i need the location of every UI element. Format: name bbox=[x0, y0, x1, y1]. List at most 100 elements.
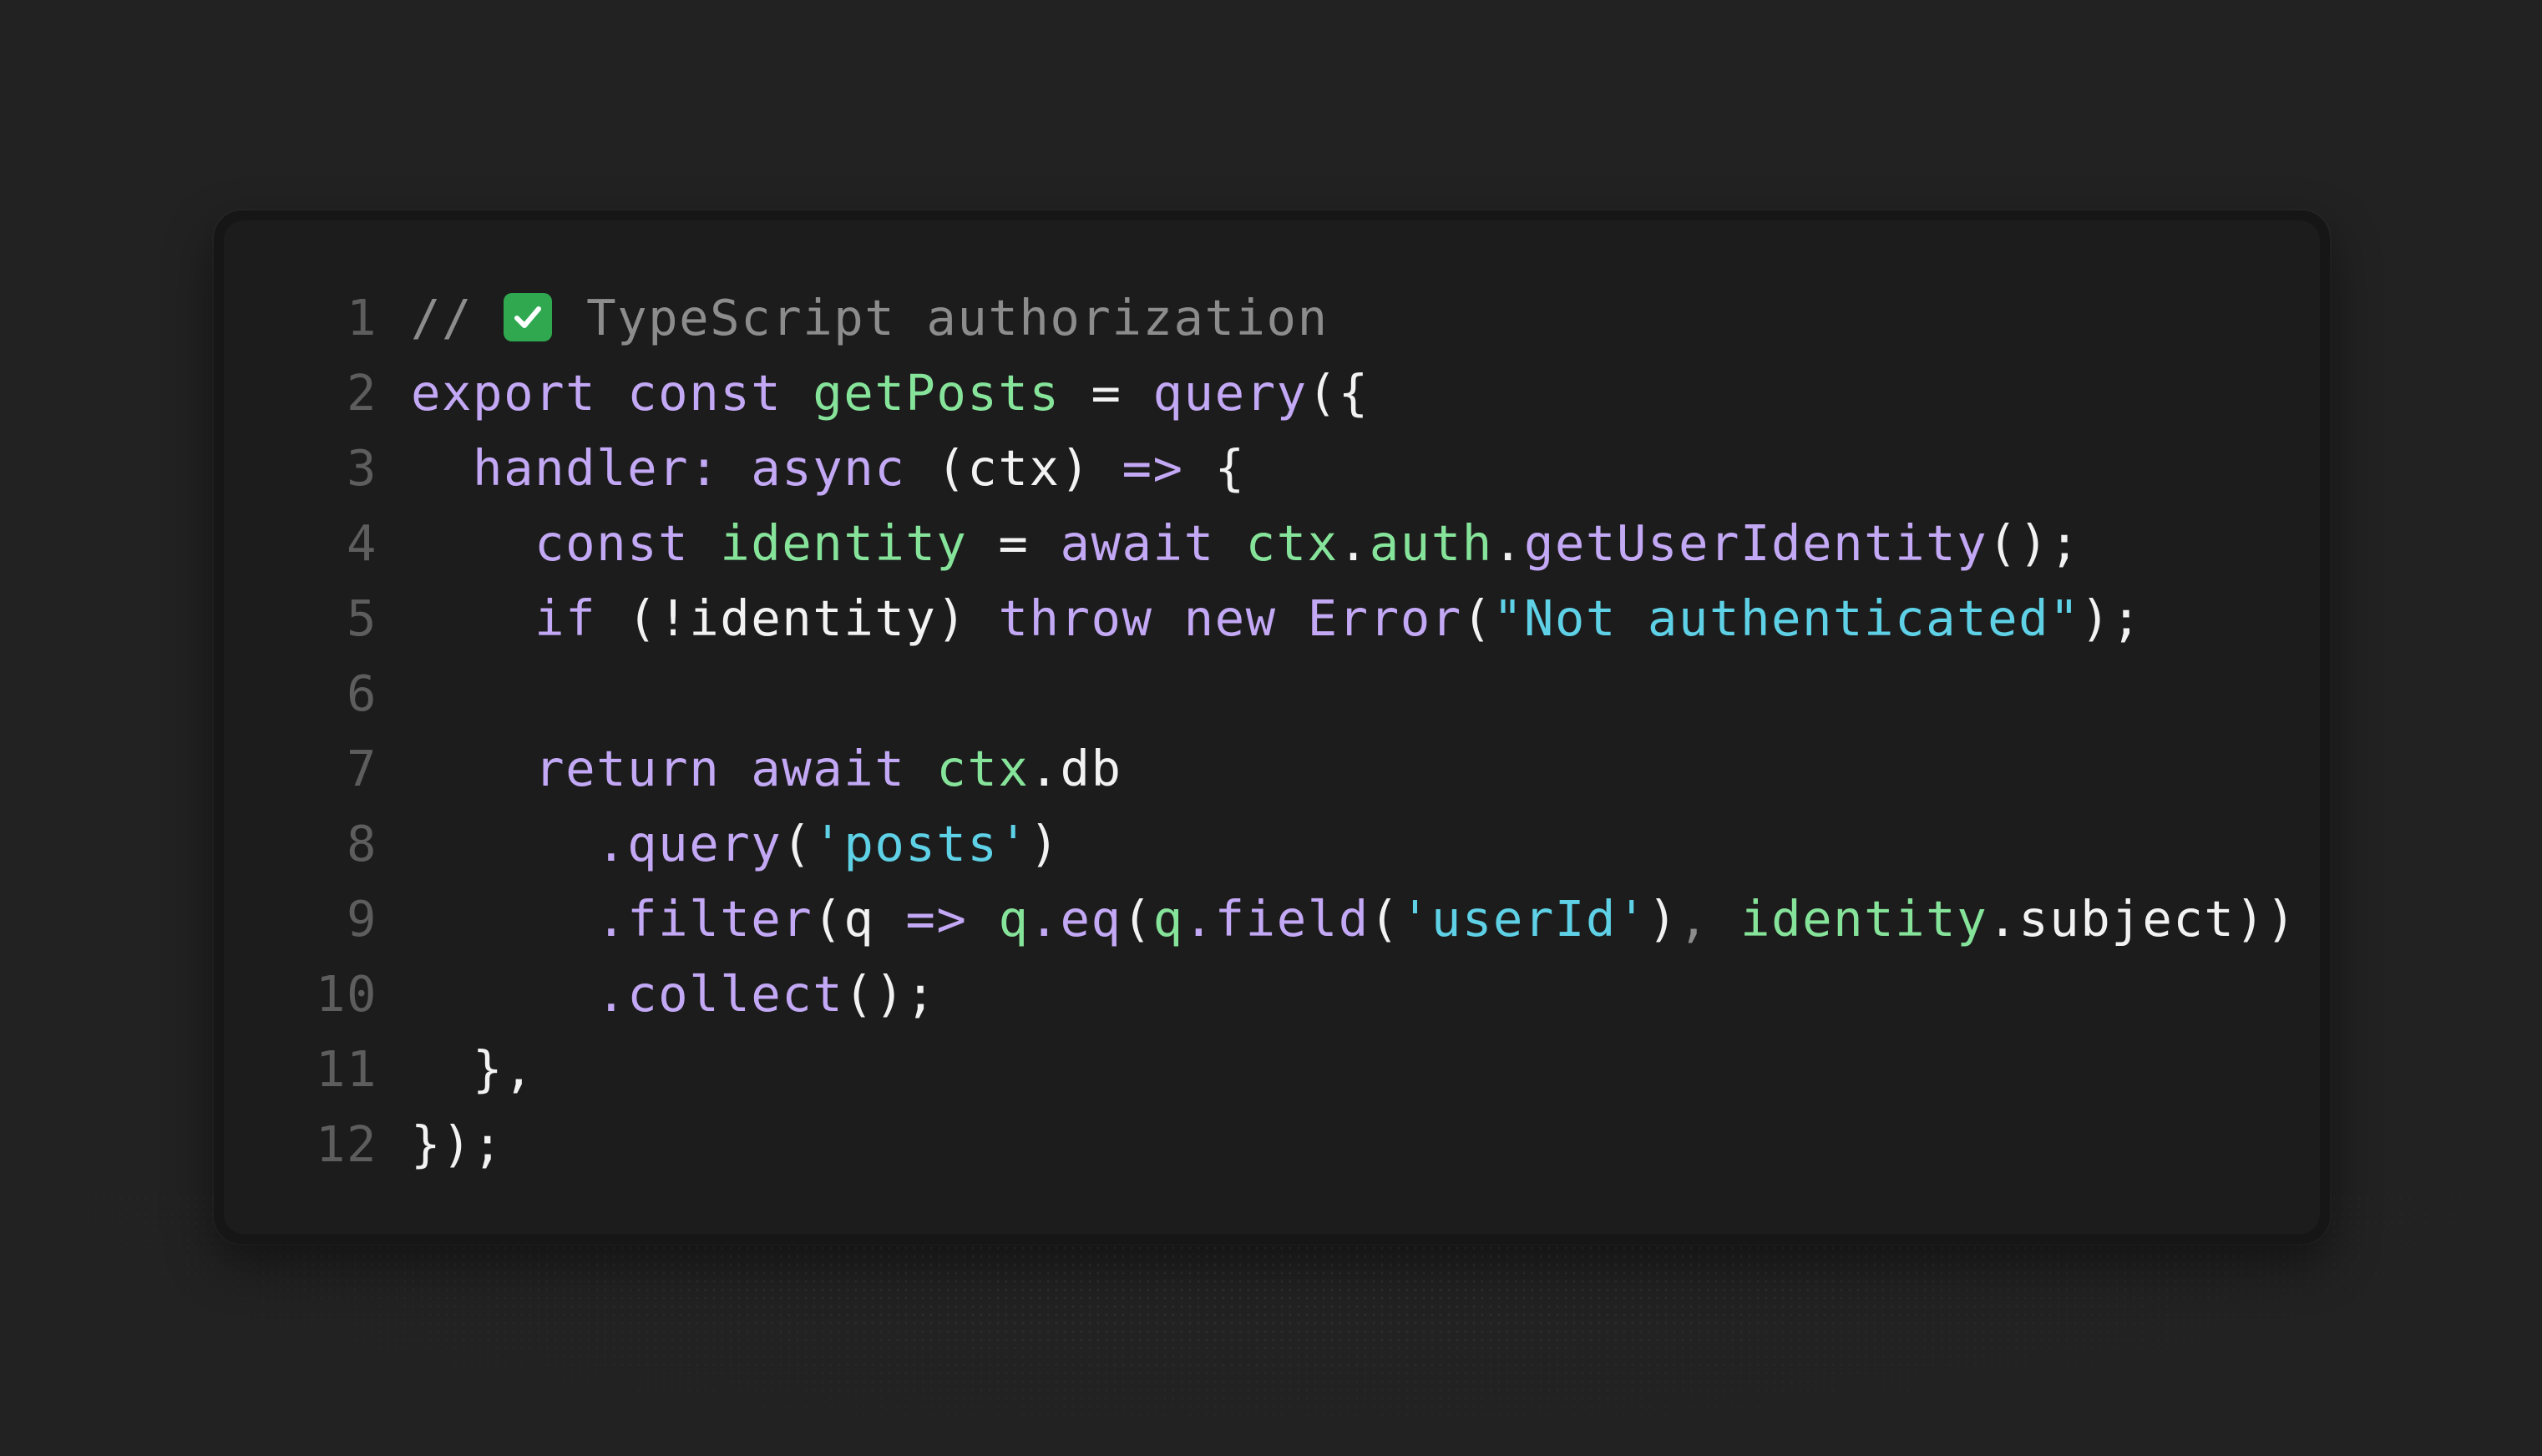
line-number: 12 bbox=[315, 1115, 377, 1173]
code-text: handler: async (ctx) => { bbox=[411, 431, 1246, 506]
code-panel: 1 // TypeScript authorization 2 export cons… bbox=[224, 220, 2320, 1234]
code-text: export const getPosts = query({ bbox=[411, 356, 1370, 431]
code-token: identity bbox=[720, 514, 968, 572]
code-token: ( bbox=[782, 815, 813, 872]
code-token: }); bbox=[411, 1115, 504, 1173]
code-text: .collect(); bbox=[411, 957, 936, 1032]
code-line: 3 handler: async (ctx) => { bbox=[299, 431, 1244, 506]
code-token: getPosts bbox=[813, 364, 1061, 422]
code-line: 9 .filter(q => q.eq(q.field('userId'), i… bbox=[299, 882, 2296, 957]
code-token: }, bbox=[411, 1040, 535, 1098]
code-token: throw new Error bbox=[998, 589, 1462, 647]
code-token: (); bbox=[1988, 514, 2081, 572]
code-token: (q bbox=[813, 890, 906, 948]
code-token: => bbox=[1122, 439, 1184, 497]
code-token: getUserIdentity bbox=[1523, 514, 1988, 572]
code-line: 2 export const getPosts = query({ bbox=[299, 356, 1368, 431]
code-text: .filter(q => q.eq(q.field('userId'), ide… bbox=[411, 882, 2296, 957]
code-token: .filter bbox=[596, 890, 813, 948]
code-token: (ctx) bbox=[936, 439, 1122, 497]
code-text: return await ctx.db bbox=[411, 731, 1122, 806]
code-token: query bbox=[1152, 364, 1308, 422]
code-token: identity bbox=[1740, 890, 1988, 948]
code-text: .query('posts') bbox=[411, 806, 1061, 882]
line-number: 9 bbox=[346, 890, 377, 948]
line-number: 11 bbox=[315, 1040, 377, 1098]
code-token: await bbox=[1060, 514, 1246, 572]
code-line: 4 const identity = await ctx.auth.getUse… bbox=[299, 506, 2079, 581]
code-text: if (!identity) throw new Error("Not auth… bbox=[411, 581, 2142, 656]
code-token: .db bbox=[1029, 740, 1122, 797]
code-line: 10 .collect(); bbox=[299, 957, 935, 1032]
code-token: field bbox=[1214, 890, 1370, 948]
code-token: , bbox=[1679, 890, 1741, 948]
code-token: const bbox=[534, 514, 721, 572]
code-token: ) bbox=[1029, 815, 1061, 872]
code-token: (); bbox=[843, 965, 937, 1023]
code-token: TypeScript authorization bbox=[555, 289, 1329, 346]
code-token: ( bbox=[1369, 890, 1400, 948]
code-line: 8 .query('posts') bbox=[299, 806, 1059, 882]
code-token: handler: async bbox=[473, 439, 937, 497]
code-token: eq bbox=[1060, 890, 1122, 948]
line-number: 6 bbox=[346, 665, 377, 722]
code-text: }); bbox=[411, 1107, 504, 1182]
code-token: . bbox=[1029, 890, 1061, 948]
code-line: 12}); bbox=[299, 1107, 503, 1182]
code-line: 1 // TypeScript authorization bbox=[299, 281, 1327, 356]
code-block: 1 // TypeScript authorization 2 export cons… bbox=[299, 281, 2296, 1182]
code-token: ) bbox=[1647, 890, 1679, 948]
code-token: = bbox=[967, 514, 1061, 572]
code-token: q bbox=[1152, 890, 1184, 948]
line-number: 2 bbox=[346, 364, 377, 422]
line-number: 8 bbox=[346, 815, 377, 872]
code-token: => bbox=[905, 890, 968, 948]
code-token: ctx bbox=[936, 740, 1030, 797]
code-token: "Not authenticated" bbox=[1492, 589, 2081, 647]
code-token: 'userId' bbox=[1400, 890, 1648, 948]
code-token: // bbox=[411, 289, 504, 346]
code-window: 1 // TypeScript authorization 2 export cons… bbox=[214, 210, 2330, 1244]
code-token: ({ bbox=[1307, 364, 1370, 422]
code-token: auth bbox=[1369, 514, 1493, 572]
code-token: ( bbox=[1461, 589, 1493, 647]
code-token: .query bbox=[596, 815, 782, 872]
code-line: 7 return await ctx.db bbox=[299, 731, 1121, 806]
code-text: const identity = await ctx.auth.getUserI… bbox=[411, 506, 2080, 581]
code-token: . bbox=[1492, 514, 1524, 572]
code-token: = bbox=[1060, 364, 1153, 422]
code-token: .subject)) bbox=[1988, 890, 2297, 948]
code-token: 'posts' bbox=[813, 815, 1030, 872]
code-token: ); bbox=[2080, 589, 2143, 647]
line-number: 5 bbox=[346, 589, 377, 647]
code-token: .collect bbox=[596, 965, 844, 1023]
code-token: ctx bbox=[1245, 514, 1339, 572]
line-number: 10 bbox=[315, 965, 377, 1023]
code-line: 6 bbox=[299, 656, 377, 731]
code-token: . bbox=[1338, 514, 1370, 572]
code-text: // TypeScript authorization bbox=[411, 281, 1329, 356]
code-token: return await bbox=[534, 740, 937, 797]
code-token: if bbox=[534, 589, 628, 647]
line-number: 3 bbox=[346, 439, 377, 497]
check-mark-icon bbox=[504, 293, 553, 341]
line-number: 1 bbox=[346, 289, 377, 346]
code-line: 5 if (!identity) throw new Error("Not au… bbox=[299, 581, 2141, 656]
line-number: 4 bbox=[346, 514, 377, 572]
code-token: export const bbox=[411, 364, 813, 422]
code-token: { bbox=[1183, 439, 1246, 497]
code-token: . bbox=[1183, 890, 1215, 948]
code-token: (!identity) bbox=[627, 589, 999, 647]
code-token: ( bbox=[1122, 890, 1153, 948]
code-token: q bbox=[998, 890, 1030, 948]
line-number: 7 bbox=[346, 740, 377, 797]
code-text: }, bbox=[411, 1032, 534, 1107]
